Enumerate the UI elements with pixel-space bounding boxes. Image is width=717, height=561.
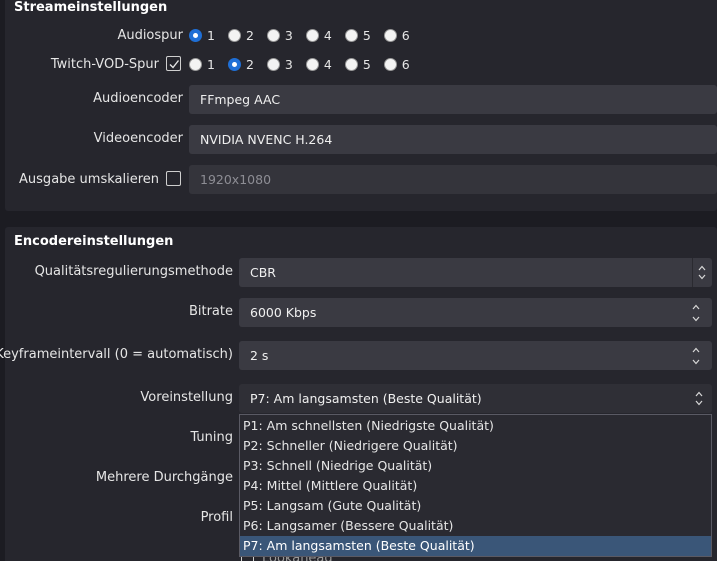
bitrate-spinbox[interactable]: 6000 Kbps (239, 298, 712, 327)
twitch-vod-option-4[interactable]: 4 (305, 56, 332, 72)
twitch-vod-option-1[interactable]: 1 (189, 57, 215, 72)
radio-button[interactable] (344, 57, 358, 71)
keyframe-interval-spinbox[interactable]: 2 s (239, 341, 712, 370)
bitrate-label: Bitrate (188, 304, 233, 319)
radio-label: 2 (245, 56, 254, 72)
audio-track-option-1[interactable]: 1 (189, 28, 215, 43)
video-encoder-value: NVIDIA NVENC H.264 (200, 132, 333, 147)
audio-track-option-4[interactable]: 4 (305, 27, 332, 43)
tuning-label: Tuning (190, 430, 233, 445)
multipass-label: Mehrere Durchgänge (95, 470, 233, 485)
preset-option-p4[interactable]: P4: Mittel (Mittlere Qualität) (240, 476, 711, 496)
radio-label: 1 (207, 56, 215, 72)
preset-option-p2[interactable]: P2: Schneller (Niedrigere Qualität) (240, 436, 711, 456)
keyframe-interval-value: 2 s (250, 348, 269, 363)
rate-control-select[interactable]: CBR (239, 258, 712, 287)
preset-option-p1[interactable]: P1: Am schnellsten (Niedrigste Qualität) (240, 416, 711, 436)
twitch-vod-option-2[interactable]: 2 (227, 56, 254, 72)
radio-label: 3 (284, 56, 293, 72)
radio-label: 4 (323, 27, 332, 43)
profile-label: Profil (200, 510, 233, 525)
audio-track-option-6[interactable]: 6 (383, 27, 410, 43)
radio-label: 5 (362, 27, 371, 43)
chevron-up-icon (695, 391, 703, 397)
audio-track-label: Audiospur (117, 28, 183, 43)
preset-value: P7: Am langsamsten (Beste Qualität) (250, 391, 482, 406)
audio-track-option-5[interactable]: 5 (344, 27, 371, 43)
audio-encoder-field[interactable]: FFmpeg AAC (189, 85, 717, 114)
select-arrows (692, 258, 712, 287)
rate-control-value: CBR (250, 265, 276, 280)
rate-control-label: Qualitätsregulierungsmethode (34, 264, 233, 279)
chevron-up-icon (698, 265, 706, 271)
radio-button[interactable] (383, 28, 397, 42)
stream-settings-title: Streameinstellungen (14, 0, 168, 15)
radio-label: 2 (245, 27, 254, 43)
radio-button[interactable] (227, 28, 241, 42)
encoder-settings-title: Encodereinstellungen (14, 234, 174, 249)
audio-encoder-value: FFmpeg AAC (200, 92, 281, 107)
increment-icon[interactable] (692, 346, 700, 354)
bitrate-value: 6000 Kbps (250, 305, 317, 320)
twitch-vod-option-3[interactable]: 3 (266, 56, 293, 72)
audio-track-radio-group: 1 2 3 4 5 6 (189, 26, 423, 44)
radio-button[interactable] (266, 28, 280, 42)
preset-option-p5[interactable]: P5: Langsam (Gute Qualität) (240, 496, 711, 516)
keyframe-interval-label: Keyframeintervall (0 = automatisch) (0, 347, 233, 362)
radio-button[interactable] (383, 57, 397, 71)
twitch-vod-option-5[interactable]: 5 (344, 56, 371, 72)
chevron-down-icon (698, 274, 706, 280)
twitch-vod-label: Twitch-VOD-Spur (50, 57, 159, 72)
radio-label: 3 (284, 27, 293, 43)
radio-button[interactable] (189, 57, 202, 71)
radio-button[interactable] (344, 28, 358, 42)
audio-track-option-3[interactable]: 3 (266, 27, 293, 43)
preset-label: Voreinstellung (140, 390, 233, 405)
preset-select[interactable]: P7: Am langsamsten (Beste Qualität) (239, 384, 712, 413)
radio-button[interactable] (305, 28, 319, 42)
radio-button[interactable] (305, 57, 319, 71)
video-encoder-field[interactable]: NVIDIA NVENC H.264 (189, 125, 717, 154)
increment-icon[interactable] (692, 303, 700, 311)
radio-button[interactable] (227, 57, 241, 71)
decrement-icon[interactable] (692, 315, 700, 323)
radio-button[interactable] (266, 57, 280, 71)
chevron-down-icon (695, 400, 703, 406)
checkmark-icon (169, 60, 180, 69)
preset-option-p3[interactable]: P3: Schnell (Niedrige Qualität) (240, 456, 711, 476)
rescale-resolution-field: 1920x1080 (189, 165, 717, 194)
decrement-icon[interactable] (692, 358, 700, 366)
preset-option-p6[interactable]: P6: Langsamer (Bessere Qualität) (240, 516, 711, 536)
twitch-vod-checkbox[interactable] (166, 56, 181, 71)
rescale-resolution-value: 1920x1080 (200, 172, 272, 187)
preset-option-p7[interactable]: P7: Am langsamsten (Beste Qualität) (240, 536, 711, 556)
audio-encoder-label: Audioencoder (93, 91, 183, 106)
radio-label: 1 (207, 27, 215, 43)
twitch-vod-option-6[interactable]: 6 (383, 56, 410, 72)
preset-dropdown-list: P1: Am schnellsten (Niedrigste Qualität)… (239, 414, 712, 557)
radio-label: 5 (362, 56, 371, 72)
audio-track-option-2[interactable]: 2 (227, 27, 254, 43)
radio-label: 6 (401, 56, 410, 72)
rescale-label: Ausgabe umskalieren (19, 172, 159, 187)
radio-label: 4 (323, 56, 332, 72)
rescale-checkbox[interactable] (166, 171, 181, 186)
radio-button[interactable] (189, 28, 202, 42)
twitch-vod-radio-group: 1 2 3 4 5 6 (189, 55, 423, 73)
radio-label: 6 (401, 27, 410, 43)
video-encoder-label: Videoencoder (93, 131, 183, 146)
